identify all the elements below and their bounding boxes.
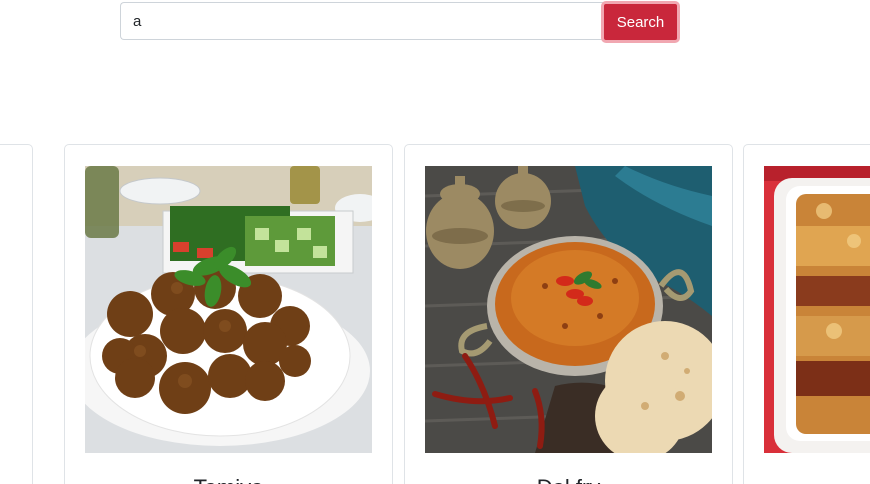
recipe-image-dal: [425, 166, 712, 453]
recipe-card[interactable]: Dal fry: [404, 144, 733, 484]
recipe-title: Tamiya: [65, 475, 392, 484]
search-bar: Search: [120, 1, 680, 43]
recipe-card[interactable]: [0, 144, 33, 484]
search-button[interactable]: Search: [601, 1, 680, 43]
recipe-title: Dal fry: [405, 475, 732, 484]
recipe-image-falafel: [85, 166, 372, 453]
recipe-image-lasagna: [764, 166, 870, 453]
recipe-card[interactable]: Tamiya: [64, 144, 393, 484]
recipe-carousel: Tamiya: [0, 144, 870, 484]
recipe-card[interactable]: [743, 144, 870, 484]
search-input[interactable]: [120, 2, 606, 40]
